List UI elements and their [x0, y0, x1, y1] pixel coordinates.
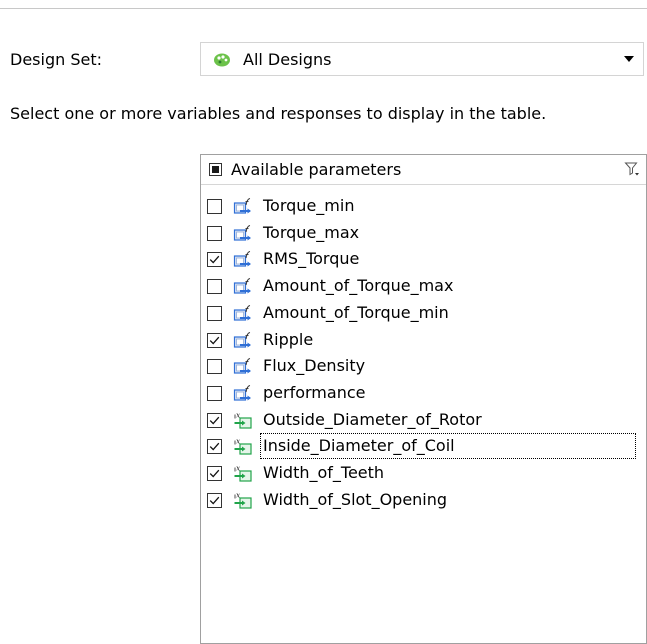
parameter-checkbox[interactable] — [207, 385, 222, 401]
design-set-dropdown[interactable]: All Designs — [200, 42, 644, 76]
parameter-row[interactable]: Amount_of_Torque_max — [201, 273, 646, 299]
response-icon — [233, 383, 253, 403]
checkmark-icon — [209, 256, 220, 264]
parameter-checkbox[interactable] — [207, 359, 222, 375]
parameter-row[interactable]: Torque_max — [201, 220, 646, 246]
parameter-row[interactable]: x Inside_Diameter_of_Coil — [201, 433, 646, 460]
parameter-label: Flux_Density — [263, 356, 366, 376]
parameter-row[interactable]: x Width_of_Teeth — [201, 460, 646, 486]
checkmark-icon — [209, 443, 220, 451]
checkmark-icon — [209, 336, 220, 345]
parameter-row[interactable]: Torque_min — [201, 193, 646, 219]
design-set-value: All Designs — [243, 50, 332, 69]
variable-icon: x — [233, 436, 253, 456]
variable-icon: x — [233, 463, 253, 483]
variable-icon: x — [233, 410, 253, 430]
chevron-down-icon[interactable] — [624, 56, 634, 62]
parameter-row[interactable]: Flux_Density — [201, 353, 646, 379]
parameter-checkbox[interactable] — [207, 412, 222, 428]
parameter-checkbox[interactable] — [207, 466, 222, 481]
parameter-label: Torque_max — [263, 222, 360, 242]
response-icon — [233, 330, 253, 350]
select-all-checkbox[interactable] — [209, 163, 222, 176]
checkmark-icon — [209, 416, 220, 425]
parameter-label: Width_of_Teeth — [263, 463, 385, 482]
parameter-row[interactable]: Ripple — [201, 327, 646, 353]
design-set-label: Design Set: — [10, 50, 102, 69]
parameter-checkbox[interactable] — [207, 199, 222, 214]
parameter-label: Torque_min — [263, 196, 355, 215]
parameter-label: Amount_of_Torque_max — [263, 276, 454, 296]
parameter-checkbox[interactable] — [207, 279, 222, 295]
parameter-label: performance — [263, 382, 366, 402]
response-icon — [233, 303, 253, 323]
parameter-row[interactable]: performance — [201, 380, 646, 406]
parameter-row[interactable]: Amount_of_Torque_min — [201, 300, 646, 326]
response-icon — [233, 223, 253, 243]
parameter-checkbox[interactable] — [207, 225, 222, 241]
parameter-row[interactable]: x Outside_Diameter_of_Rotor — [201, 407, 646, 433]
parameter-list[interactable]: Available parameters Torque_min Torque_ma… — [200, 154, 647, 644]
parameter-row[interactable]: RMS_Torque — [201, 246, 646, 272]
parameter-checkbox[interactable] — [207, 252, 222, 268]
filter-icon[interactable] — [624, 161, 640, 177]
parameter-list-title: Available parameters — [231, 160, 402, 179]
checkmark-icon — [209, 496, 220, 505]
variable-icon: x — [233, 490, 253, 510]
instruction-text: Select one or more variables and respons… — [10, 104, 547, 123]
checkmark-icon — [209, 469, 220, 478]
parameter-checkbox[interactable] — [207, 305, 222, 321]
parameter-label: Ripple — [263, 329, 314, 349]
parameter-label: RMS_Torque — [263, 249, 360, 269]
parameter-row[interactable]: x Width_of_Slot_Opening — [201, 487, 646, 513]
response-icon — [233, 196, 253, 216]
design-set-icon — [214, 53, 230, 67]
response-icon — [233, 356, 253, 376]
parameter-label: Inside_Diameter_of_Coil — [260, 433, 636, 460]
top-divider — [0, 8, 647, 9]
parameter-checkbox[interactable] — [207, 439, 222, 455]
parameter-list-header: Available parameters — [201, 155, 646, 185]
parameter-label: Width_of_Slot_Opening — [263, 489, 448, 509]
parameter-label: Outside_Diameter_of_Rotor — [263, 409, 482, 429]
parameter-checkbox[interactable] — [207, 492, 222, 508]
parameter-checkbox[interactable] — [207, 332, 222, 348]
response-icon — [233, 249, 253, 269]
response-icon — [233, 276, 253, 296]
parameter-label: Amount_of_Torque_min — [263, 302, 449, 322]
